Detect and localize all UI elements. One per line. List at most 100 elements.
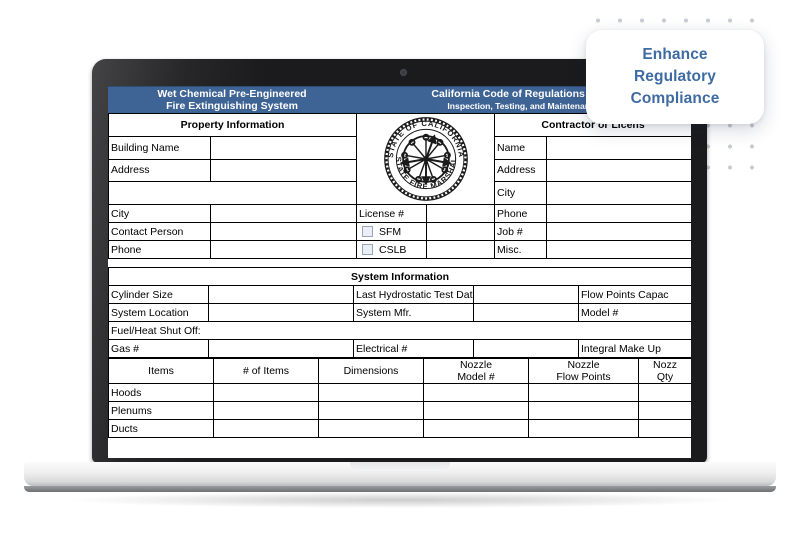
items-field-hoods-nozzle-qty[interactable] [638, 383, 691, 402]
contractor-label-phone: Phone [494, 204, 548, 223]
webcam-icon [401, 70, 406, 75]
contractor-label-name: Name [494, 135, 548, 160]
seal-icon: STATE OF CALIFORNIA STATE FIRE MARSHAL [383, 117, 468, 201]
table-row: Hoods [108, 383, 691, 402]
checkbox-sfm-icon[interactable] [362, 225, 373, 237]
items-column-header-dimensions-line1: Dimensions [343, 365, 399, 377]
items-column-header-nozzle-flow-points-line2: Flow Points [556, 371, 611, 383]
items-column-header-nozzle-model-line2: Model # [457, 371, 495, 383]
checkbox-row-sfm[interactable]: SFM [356, 222, 427, 241]
items-field-plenums-count[interactable] [213, 401, 319, 420]
contractor-field-job-number[interactable] [546, 222, 691, 241]
items-field-ducts-nozzle-model[interactable] [423, 419, 529, 438]
table-row: System Information [108, 267, 691, 286]
license-field-sfm[interactable] [425, 222, 496, 241]
system-field-last-hydrostatic-test-date[interactable] [473, 285, 579, 304]
system-label-gas-number: Gas # [108, 339, 209, 358]
items-field-plenums-nozzle-flow-points[interactable] [528, 401, 639, 420]
system-label-flow-points-capacity: Flow Points Capac [577, 285, 691, 304]
items-field-hoods-count[interactable] [213, 383, 319, 402]
items-column-header-nozzle-model: Nozzle Model # [423, 358, 529, 384]
form-title-left: Wet Chemical Pre-Engineered Fire Extingu… [108, 88, 356, 112]
system-label-last-hydrostatic-test-date: Last Hydrostatic Test Date [353, 285, 474, 304]
contractor-field-phone[interactable] [546, 204, 691, 223]
contractor-field-city[interactable] [546, 181, 691, 205]
property-information-title: Property Information [108, 113, 357, 137]
table-row: Ducts [108, 419, 691, 438]
items-field-hoods-nozzle-flow-points[interactable] [528, 383, 639, 402]
items-row-label-ducts: Ducts [108, 419, 214, 438]
items-field-plenums-nozzle-model[interactable] [423, 401, 529, 420]
checkbox-sfm-label: SFM [379, 225, 402, 238]
license-field-cslb[interactable] [425, 240, 496, 259]
system-field-gas-number[interactable] [208, 339, 354, 358]
system-label-system-location: System Location [108, 303, 209, 322]
items-column-header-number-of-items-line1: # of Items [242, 365, 290, 377]
checkbox-row-cslb[interactable]: CSLB [356, 240, 427, 259]
section-spacer [108, 259, 691, 267]
items-field-ducts-nozzle-qty[interactable] [638, 419, 691, 438]
table-row: Plenums [108, 401, 691, 420]
contractor-label-job-number: Job # [494, 222, 548, 241]
checkbox-cslb-icon[interactable] [362, 243, 373, 255]
callout-line-2: Regulatory [634, 68, 716, 85]
items-column-header-nozzle-flow-points: Nozzle Flow Points [528, 358, 639, 384]
system-field-cylinder-size[interactable] [208, 285, 354, 304]
form-document: Wet Chemical Pre-Engineered Fire Extingu… [108, 86, 691, 458]
items-table-header-row: Items # of Items Dimensions Nozzle Model… [108, 358, 691, 384]
items-field-hoods-dimensions[interactable] [318, 383, 424, 402]
property-field-address-line2[interactable] [108, 181, 357, 205]
contractor-label-city: City [494, 181, 548, 205]
callout-card: Enhance Regulatory Compliance [586, 30, 764, 124]
items-column-header-items: Items [108, 358, 214, 384]
system-field-system-mfr[interactable] [473, 303, 579, 322]
items-field-plenums-dimensions[interactable] [318, 401, 424, 420]
property-field-address[interactable] [210, 158, 357, 183]
callout-line-3: Compliance [630, 90, 720, 107]
system-label-system-mfr: System Mfr. [353, 303, 474, 322]
property-field-city[interactable] [210, 204, 357, 223]
items-row-label-plenums: Plenums [108, 401, 214, 420]
system-label-electrical-number: Electrical # [353, 339, 474, 358]
table-row: Cylinder Size Last Hydrostatic Test Date… [108, 285, 691, 304]
system-field-system-location[interactable] [208, 303, 354, 322]
property-field-contact-person[interactable] [210, 222, 357, 241]
items-field-hoods-nozzle-model[interactable] [423, 383, 529, 402]
system-label-integral-make-up: Integral Make Up [577, 339, 691, 358]
items-column-header-items-line1: Items [148, 365, 174, 377]
system-information-panel: System Information Cylinder Size Last Hy… [108, 267, 691, 358]
items-field-plenums-nozzle-qty[interactable] [638, 401, 691, 420]
items-field-ducts-dimensions[interactable] [318, 419, 424, 438]
system-information-title: System Information [108, 267, 691, 286]
property-label-phone: Phone [108, 240, 211, 259]
items-column-header-nozzle-model-line1: Nozzle [459, 359, 493, 372]
table-row: Contact Person SFM Job # [108, 222, 691, 241]
checkbox-cslb-label: CSLB [379, 243, 407, 256]
callout-text: Enhance Regulatory Compliance [631, 44, 720, 110]
items-field-ducts-nozzle-flow-points[interactable] [528, 419, 639, 438]
items-table: Items # of Items Dimensions Nozzle Model… [108, 358, 691, 438]
property-label-contact-person: Contact Person [108, 222, 211, 241]
form-title-left-line2: Fire Extinguishing System [166, 100, 298, 112]
items-column-header-dimensions: Dimensions [318, 358, 424, 384]
items-field-ducts-count[interactable] [213, 419, 319, 438]
state-fire-marshal-seal: STATE OF CALIFORNIA STATE FIRE MARSHAL [355, 113, 496, 205]
table-row: System Location System Mfr. Model # [108, 303, 691, 322]
system-field-electrical-number[interactable] [473, 339, 579, 358]
items-column-header-nozzle-qty-line2: Qty [656, 371, 674, 383]
license-number-field[interactable] [425, 204, 496, 223]
laptop-shadow [70, 492, 730, 508]
property-label-city: City [108, 204, 211, 223]
laptop-lid-notch [350, 462, 450, 471]
system-label-model-number: Model # [577, 303, 691, 322]
property-field-building-name[interactable] [210, 135, 357, 160]
items-row-label-hoods: Hoods [108, 383, 214, 402]
contractor-field-name[interactable] [546, 135, 691, 160]
system-label-fuel-heat-shut-off[interactable]: Fuel/Heat Shut Off: [108, 321, 691, 340]
table-row: Phone CSLB Misc. [108, 240, 691, 259]
contractor-field-misc[interactable] [546, 240, 691, 259]
property-field-phone[interactable] [210, 240, 357, 259]
property-label-address: Address [108, 158, 211, 183]
items-column-header-nozzle-qty: Nozz Qty [638, 358, 691, 384]
contractor-field-address[interactable] [546, 158, 691, 183]
